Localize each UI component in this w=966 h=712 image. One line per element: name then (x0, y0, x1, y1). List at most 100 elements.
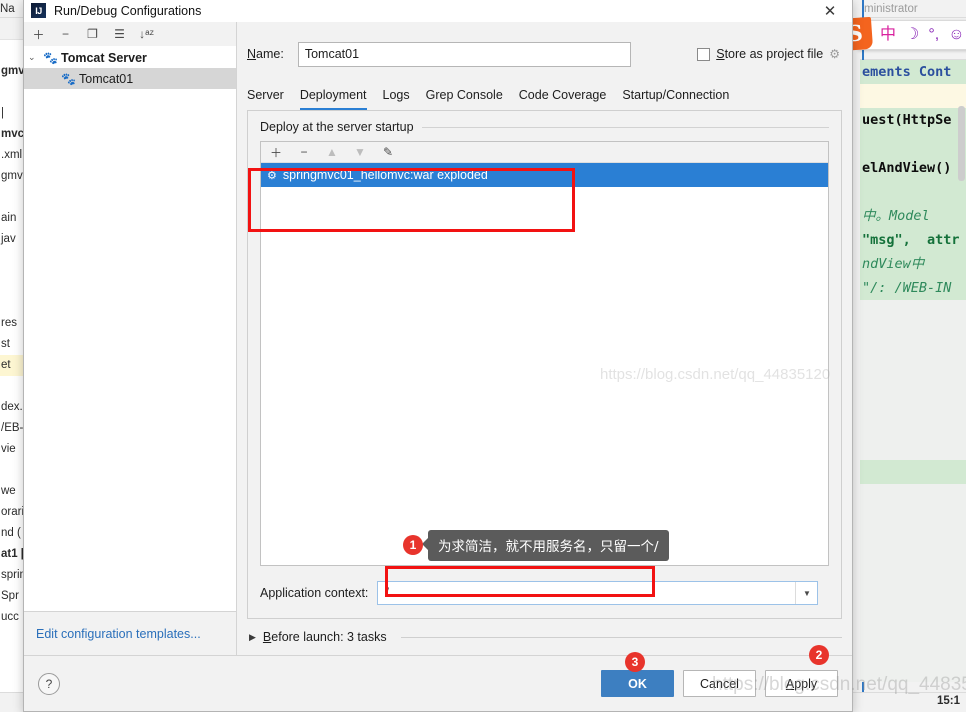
deploy-remove-icon[interactable]: − (297, 145, 311, 159)
config-tree-row[interactable]: ⌄ 🐾 Tomcat Server (24, 47, 236, 68)
project-tree-item[interactable]: .xml (0, 145, 24, 166)
project-tree-item[interactable] (0, 250, 24, 271)
deployment-list[interactable]: ⚙ springmvc01_hellomvc:war exploded (261, 163, 828, 565)
code-line (860, 180, 966, 204)
remove-icon[interactable]: − (58, 27, 73, 42)
run-tree-item[interactable]: ucc (0, 607, 24, 628)
code-lines: ements Cont uest(HttpSe elAndView() 中。Mo… (860, 60, 966, 484)
editor-breadcrumb: ministrator (860, 0, 966, 18)
gear-icon[interactable]: ⚙ (829, 47, 840, 61)
code-editor[interactable]: ements Cont uest(HttpSe elAndView() 中。Mo… (860, 60, 966, 682)
ime-chinese-mode-icon[interactable]: 中 (880, 27, 896, 43)
project-tree-item[interactable] (0, 187, 24, 208)
deployment-list-toolbar[interactable]: ＋ − ▲ ▼ ✎ (261, 142, 828, 163)
project-tree-item[interactable]: et (0, 355, 24, 376)
application-context-input[interactable] (378, 582, 796, 604)
apply-button[interactable]: Apply (765, 670, 838, 697)
chevron-down-icon[interactable]: ⌄ (28, 52, 43, 63)
configurations-tree[interactable]: ⌄ 🐾 Tomcat Server 🐾 Tomcat01 (24, 46, 236, 611)
project-tree-item[interactable]: we (0, 481, 24, 502)
chevron-right-icon[interactable]: ▶ (249, 632, 256, 643)
project-tree-item[interactable] (0, 82, 24, 103)
project-tree-item[interactable]: /EB- (0, 418, 24, 439)
config-tree-label: Tomcat Server (61, 50, 147, 65)
configuration-tabs[interactable]: Server Deployment Logs Grep Console Code Cov… (247, 83, 842, 110)
tab-server[interactable]: Server (247, 88, 284, 110)
store-as-project-file-label: Store as project file (716, 47, 824, 61)
application-context-row: Application context: ▼ (260, 580, 829, 606)
annotation-tooltip: 为求简洁，就不用服务名，只留一个/ (422, 530, 669, 561)
code-line: ndView中 (860, 252, 966, 276)
editor-scrollbar-thumb[interactable] (958, 106, 965, 181)
code-band (860, 460, 966, 484)
project-tree-item[interactable]: vie (0, 439, 24, 460)
project-tree-item[interactable] (0, 376, 24, 397)
group-divider (421, 126, 829, 128)
run-tree-item[interactable]: at1 [ (0, 544, 24, 565)
ime-emoji-icon[interactable]: ☺ (948, 27, 964, 43)
project-tree-item[interactable]: res (0, 313, 24, 334)
project-tree-item[interactable] (0, 292, 24, 313)
save-folder-icon[interactable]: ☰ (112, 27, 127, 42)
store-as-project-file-checkbox[interactable] (697, 47, 711, 61)
ok-button[interactable]: OK (601, 670, 674, 697)
project-tree-item[interactable] (0, 40, 24, 61)
deploy-move-up-icon[interactable]: ▲ (325, 145, 339, 159)
project-tree-item[interactable] (0, 271, 24, 292)
ime-punctuation-icon[interactable]: °, (928, 27, 939, 43)
project-tree-item[interactable]: gmv (0, 61, 24, 82)
project-tree-item[interactable]: st (0, 334, 24, 355)
deployment-list-item[interactable]: ⚙ springmvc01_hellomvc:war exploded (261, 163, 828, 187)
editor-scrollbar[interactable] (957, 60, 966, 682)
configurations-pane: ＋ − ❐ ☰ ↓ᵃᶻ ⌄ 🐾 Tomcat Server 🐾 Tomcat01 Edit co… (24, 22, 237, 655)
config-tree-row[interactable]: 🐾 Tomcat01 (24, 68, 236, 89)
name-row: Name: Store as project file ⚙ (247, 39, 842, 69)
project-tree-item[interactable]: mvc0 (0, 124, 24, 145)
menu-item-file[interactable]: Na (0, 3, 15, 15)
store-as-project-file-group[interactable]: Store as project file ⚙ (697, 47, 842, 61)
project-tree-item[interactable]: gmv (0, 166, 24, 187)
tab-logs[interactable]: Logs (383, 88, 410, 110)
sort-icon[interactable]: ↓ᵃᶻ (139, 27, 154, 42)
edit-configuration-templates-link[interactable]: Edit configuration templates... (36, 627, 201, 641)
deploy-edit-icon[interactable]: ✎ (381, 145, 395, 159)
project-tree-item[interactable]: dex. (0, 397, 24, 418)
project-tree-sliver[interactable]: Na gmv|mvc0.xmlgmvainjavresstetdex./EB-v… (0, 0, 24, 712)
cancel-button[interactable]: Cancel (683, 670, 756, 697)
help-button[interactable]: ? (38, 672, 60, 695)
name-input[interactable] (297, 41, 631, 67)
project-tree-item[interactable]: orari (0, 502, 24, 523)
project-tree-item[interactable]: | (0, 103, 24, 124)
deployment-list-box: ＋ − ▲ ▼ ✎ ⚙ springmvc01_hellomvc:war exploded (260, 141, 829, 566)
run-tree-item[interactable]: sprin (0, 565, 24, 586)
tab-deployment[interactable]: Deployment (299, 88, 367, 110)
project-tree-item[interactable]: nd ( (0, 523, 24, 544)
project-tree-item[interactable]: ain (0, 208, 24, 229)
toolbar-sliver[interactable] (0, 18, 24, 40)
deploy-add-icon[interactable]: ＋ (269, 144, 283, 161)
menu-bar-sliver[interactable]: Na (0, 0, 24, 18)
run-tree-item[interactable]: Spr (0, 586, 24, 607)
close-icon[interactable]: ✕ (808, 0, 852, 22)
project-tree-rows[interactable]: gmv|mvc0.xmlgmvainjavresstetdex./EB-view… (0, 40, 24, 628)
deploy-move-down-icon[interactable]: ▼ (353, 145, 367, 159)
code-line: 中。Model (860, 204, 966, 228)
tab-grep-console[interactable]: Grep Console (426, 88, 503, 110)
add-icon[interactable]: ＋ (31, 27, 46, 42)
chevron-down-icon[interactable]: ▼ (795, 582, 817, 604)
application-context-combo[interactable]: ▼ (377, 581, 819, 605)
tab-code-coverage[interactable]: Code Coverage (519, 88, 607, 110)
before-launch-row[interactable]: ▶ Before launch: 3 tasks (247, 619, 842, 655)
tab-startup-connection[interactable]: Startup/Connection (622, 88, 729, 110)
project-tree-item[interactable]: jav (0, 229, 24, 250)
project-tree-item[interactable] (0, 460, 24, 481)
configurations-footer: Edit configuration templates... (24, 611, 236, 655)
code-line: "msg", attr (860, 228, 966, 252)
copy-icon[interactable]: ❐ (85, 27, 100, 42)
configurations-toolbar[interactable]: ＋ − ❐ ☰ ↓ᵃᶻ (24, 22, 236, 46)
dialog-action-buttons: OK Cancel Apply (601, 670, 838, 697)
ime-moon-icon[interactable]: ☽ (905, 27, 919, 43)
before-launch-divider (400, 636, 842, 638)
annotation-badge-3: 3 (625, 652, 645, 672)
dialog-title-bar[interactable]: IJ Run/Debug Configurations ✕ (24, 0, 852, 22)
